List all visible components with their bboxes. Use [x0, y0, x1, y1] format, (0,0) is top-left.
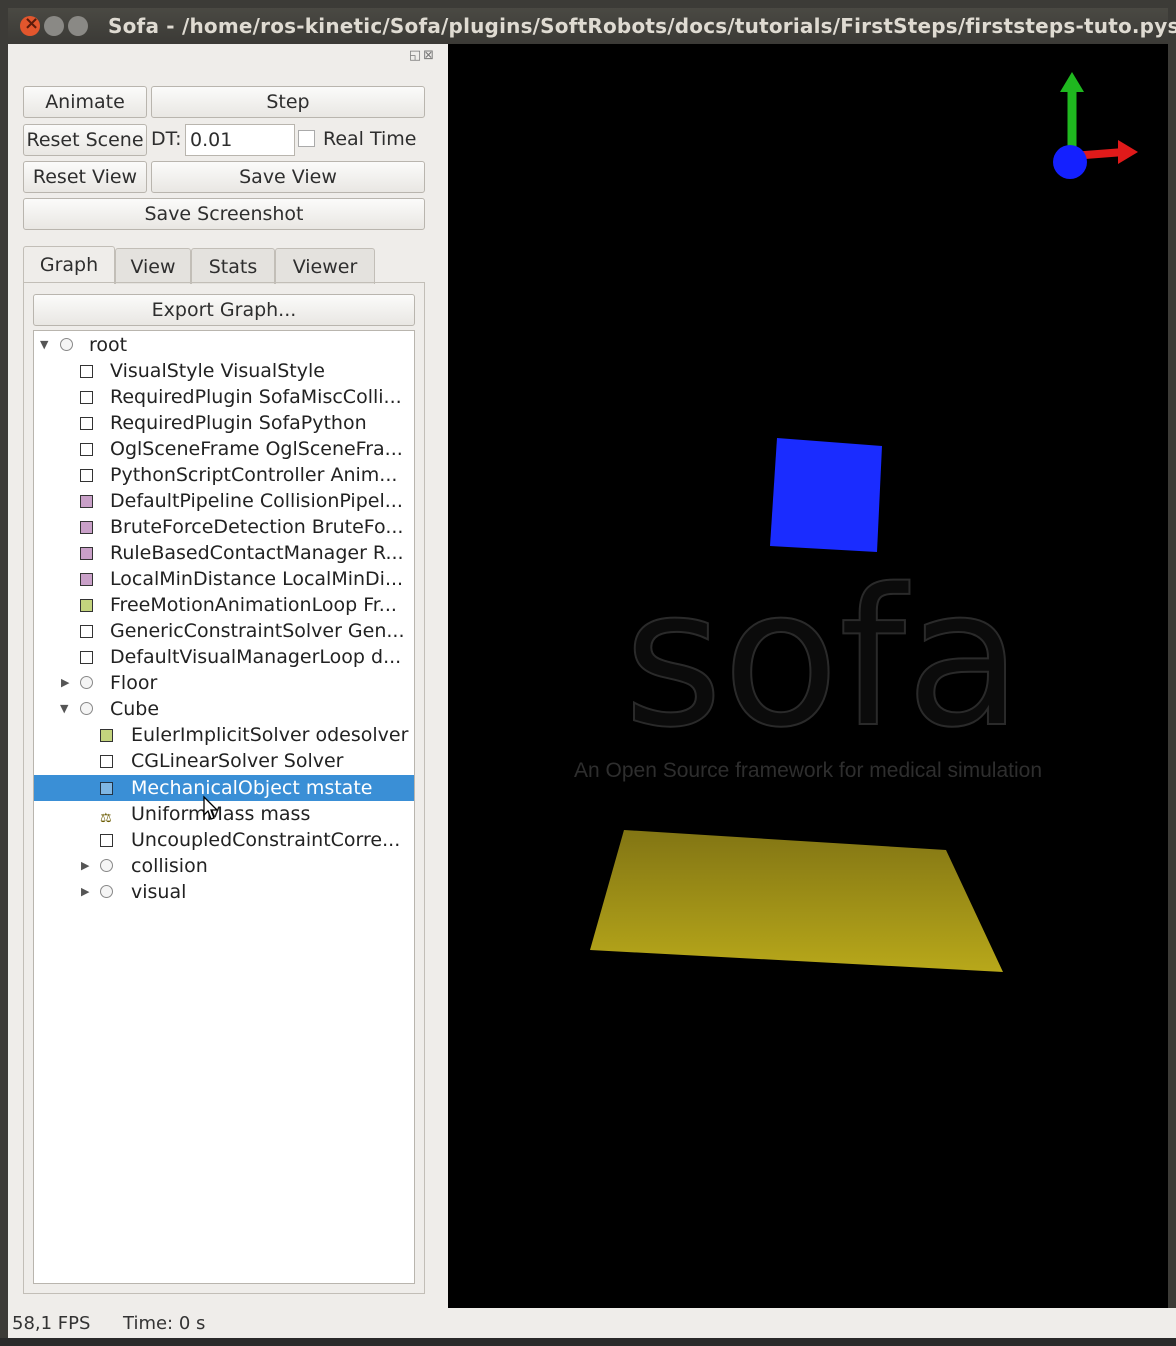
- component-icon: [80, 391, 93, 404]
- component-icon: [100, 755, 113, 768]
- sofa-watermark: sofa: [624, 548, 1023, 769]
- collision-component-icon: [80, 521, 93, 534]
- dt-input[interactable]: 0.01: [185, 124, 295, 156]
- chevron-down-icon[interactable]: ▼: [40, 332, 48, 358]
- bottom-edge: [0, 1338, 1176, 1346]
- collision-component-icon: [80, 573, 93, 586]
- tree-item[interactable]: ⚖ UniformMass mass: [34, 801, 414, 827]
- chevron-right-icon[interactable]: ▶: [61, 670, 69, 696]
- tree-item[interactable]: UncoupledConstraintCorre...: [34, 827, 414, 853]
- tab-viewer[interactable]: Viewer: [275, 248, 375, 284]
- tree-item[interactable]: RequiredPlugin SofaMiscColli...: [34, 384, 414, 410]
- tree-node-collision[interactable]: ▶ collision: [34, 853, 414, 879]
- scene-canvas: sofa An Open Source framework for medica…: [574, 72, 1138, 972]
- animate-button[interactable]: Animate: [23, 86, 147, 118]
- z-axis-icon: [1053, 145, 1087, 179]
- save-view-button[interactable]: Save View: [151, 161, 425, 193]
- tree-item[interactable]: GenericConstraintSolver Gen...: [34, 618, 414, 644]
- step-button[interactable]: Step: [151, 86, 425, 118]
- title-bar: Sofa - /home/ros-kinetic/Sofa/plugins/So…: [8, 8, 1176, 44]
- tab-graph[interactable]: Graph: [23, 246, 115, 284]
- solver-component-icon: [80, 599, 93, 612]
- tree-item[interactable]: DefaultVisualManagerLoop d...: [34, 644, 414, 670]
- tree-node-visual[interactable]: ▶ visual: [34, 879, 414, 905]
- node-icon: [100, 859, 113, 872]
- tab-view[interactable]: View: [115, 248, 191, 284]
- maximize-button[interactable]: [68, 16, 88, 36]
- chevron-right-icon[interactable]: ▶: [81, 879, 89, 905]
- dock-buttons[interactable]: ◱⊠: [409, 48, 436, 63]
- component-icon: [80, 625, 93, 638]
- tree-item[interactable]: FreeMotionAnimationLoop Fr...: [34, 592, 414, 618]
- tree-item[interactable]: EulerImplicitSolver odesolver: [34, 722, 414, 748]
- dt-label: DT:: [151, 128, 182, 150]
- tree-item[interactable]: PythonScriptController Anim...: [34, 462, 414, 488]
- component-icon: [80, 417, 93, 430]
- component-icon: [80, 443, 93, 456]
- 3d-viewport[interactable]: sofa An Open Source framework for medica…: [448, 44, 1168, 1308]
- collision-component-icon: [80, 547, 93, 560]
- sofa-window: Sofa - /home/ros-kinetic/Sofa/plugins/So…: [0, 0, 1176, 1346]
- real-time-checkbox[interactable]: [298, 130, 315, 147]
- node-icon: [60, 338, 73, 351]
- reset-view-button[interactable]: Reset View: [23, 161, 147, 193]
- status-bar: 58,1 FPS Time: 0 s: [8, 1308, 1176, 1338]
- export-graph-button[interactable]: Export Graph...: [33, 294, 415, 326]
- component-icon: [100, 834, 113, 847]
- component-icon: [80, 365, 93, 378]
- component-icon: [80, 651, 93, 664]
- floor-object[interactable]: [590, 830, 1003, 972]
- save-screenshot-button[interactable]: Save Screenshot: [23, 198, 425, 230]
- tree-item[interactable]: LocalMinDistance LocalMinDi...: [34, 566, 414, 592]
- node-icon: [80, 702, 93, 715]
- node-icon: [80, 676, 93, 689]
- collision-component-icon: [80, 495, 93, 508]
- tree-item[interactable]: RuleBasedContactManager R...: [34, 540, 414, 566]
- component-icon: [100, 782, 113, 795]
- sofa-tagline: An Open Source framework for medical sim…: [574, 759, 1042, 782]
- cube-object[interactable]: [770, 438, 882, 552]
- tree-node-root[interactable]: ▼ root: [34, 332, 414, 358]
- chevron-right-icon[interactable]: ▶: [81, 853, 89, 879]
- scene-graph-tree[interactable]: ▼ root VisualStyle VisualStyle RequiredP…: [33, 330, 415, 1284]
- tab-stats[interactable]: Stats: [191, 248, 275, 284]
- tree-item[interactable]: BruteForceDetection BruteFo...: [34, 514, 414, 540]
- solver-component-icon: [100, 729, 113, 742]
- chevron-down-icon[interactable]: ▼: [60, 696, 68, 722]
- axis-gizmo: [1053, 72, 1138, 179]
- tree-item[interactable]: RequiredPlugin SofaPython: [34, 410, 414, 436]
- tree-item-selected[interactable]: MechanicalObject mstate: [34, 775, 414, 801]
- tree-item[interactable]: DefaultPipeline CollisionPipel...: [34, 488, 414, 514]
- tree-node-floor[interactable]: ▶ Floor: [34, 670, 414, 696]
- fps-readout: 58,1 FPS: [12, 1313, 91, 1334]
- tree-item[interactable]: VisualStyle VisualStyle: [34, 358, 414, 384]
- tree-item[interactable]: OglSceneFrame OglSceneFra...: [34, 436, 414, 462]
- close-button[interactable]: [20, 13, 40, 36]
- node-icon: [100, 885, 113, 898]
- time-readout: Time: 0 s: [123, 1313, 206, 1334]
- control-panel: ◱⊠ Animate Step Reset Scene DT: 0.01 Rea…: [8, 44, 448, 1308]
- minimize-button[interactable]: [44, 16, 64, 36]
- tree-node-cube[interactable]: ▼ Cube: [34, 696, 414, 722]
- mouse-cursor-icon: [203, 795, 219, 820]
- window-title: Sofa - /home/ros-kinetic/Sofa/plugins/So…: [108, 14, 1176, 38]
- tree-item[interactable]: CGLinearSolver Solver: [34, 748, 414, 774]
- component-icon: [80, 469, 93, 482]
- reset-scene-button[interactable]: Reset Scene: [23, 124, 147, 156]
- real-time-label: Real Time: [323, 128, 417, 150]
